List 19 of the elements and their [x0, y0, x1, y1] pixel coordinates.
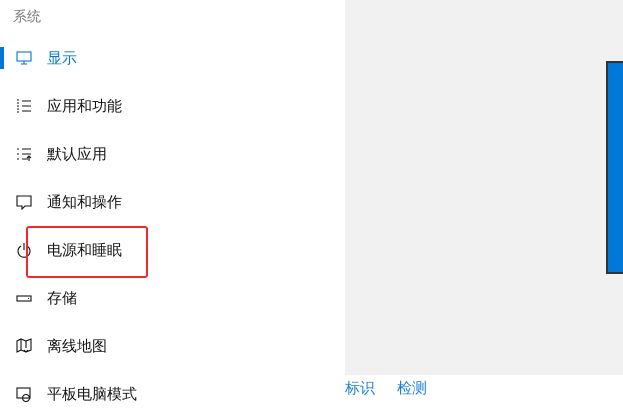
sidebar-item[interactable]: 应用和功能	[0, 82, 345, 130]
list-icon	[16, 98, 32, 114]
tablet-icon	[16, 386, 32, 402]
sidebar-item[interactable]: 显示	[0, 34, 345, 82]
map-icon	[16, 338, 32, 354]
sidebar-item[interactable]: 离线地图	[0, 322, 345, 370]
list-arrow-icon	[16, 146, 32, 162]
speech-bubble-icon	[16, 194, 32, 210]
sidebar-item[interactable]: 默认应用	[0, 130, 345, 178]
sidebar-item[interactable]: 电源和睡眠	[0, 226, 345, 274]
sidebar-item[interactable]: 平板电脑模式	[0, 370, 345, 418]
display-screen[interactable]	[606, 61, 623, 274]
sidebar-item[interactable]: 存储	[0, 274, 345, 322]
link[interactable]: 标识	[345, 379, 375, 398]
section-title: 系统	[12, 8, 42, 27]
link[interactable]: 检测	[397, 379, 427, 398]
monitor-icon	[16, 50, 32, 66]
sidebar-item[interactable]: 通知和操作	[0, 178, 345, 226]
power-icon	[16, 242, 32, 258]
